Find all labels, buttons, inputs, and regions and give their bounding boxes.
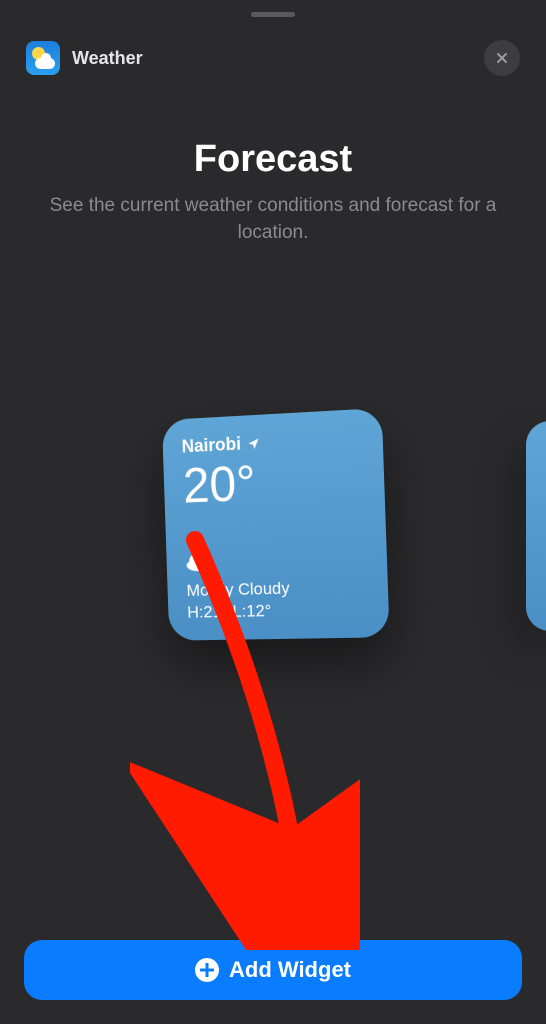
page-title: Forecast — [0, 138, 546, 181]
condition-icon — [185, 548, 367, 577]
widget-bottom: Mostly Cloudy H:21° L:12° — [185, 548, 368, 623]
location-row: Nairobi — [181, 427, 362, 457]
weather-widget-preview[interactable]: Nairobi 20° Mostly Cloudy H:21° L:12° — [161, 408, 389, 641]
next-widget-peek[interactable] — [526, 421, 546, 631]
add-widget-button[interactable]: Add Widget — [24, 940, 522, 1000]
sheet-grabber[interactable] — [251, 12, 295, 17]
close-button[interactable] — [484, 40, 520, 76]
high-low-label: H:21° L:12° — [186, 599, 368, 623]
close-icon — [494, 50, 510, 66]
cloud-icon — [35, 58, 55, 69]
page-dot-1[interactable] — [260, 908, 268, 916]
temperature-value: 20° — [182, 452, 365, 510]
location-label: Nairobi — [181, 433, 241, 457]
app-name-label: Weather — [72, 48, 143, 69]
page-subtitle: See the current weather conditions and f… — [0, 193, 546, 246]
page-dot-2[interactable] — [278, 908, 286, 916]
condition-label: Mostly Cloudy — [186, 576, 368, 600]
location-arrow-icon — [246, 436, 260, 451]
header-left: Weather — [26, 41, 143, 75]
weather-app-icon — [26, 41, 60, 75]
plus-circle-icon — [195, 958, 219, 982]
widget-carousel[interactable]: Nairobi 20° Mostly Cloudy H:21° L:12° — [0, 376, 546, 676]
add-widget-label: Add Widget — [229, 957, 351, 983]
widget-top: Nairobi 20° — [181, 427, 364, 510]
page-indicator[interactable] — [260, 908, 286, 916]
